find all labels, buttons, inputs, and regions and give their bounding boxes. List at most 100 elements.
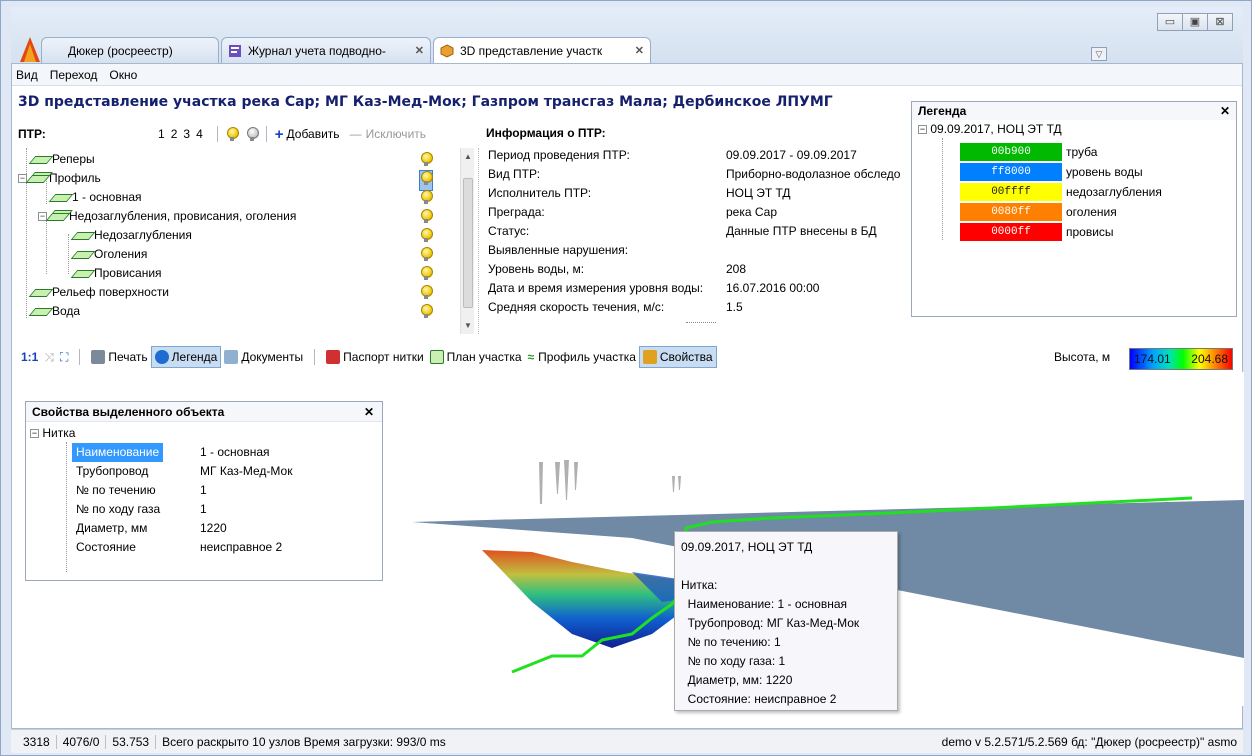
info-title: Информация о ПТР: bbox=[486, 126, 606, 140]
visibility-bulb-icon[interactable] bbox=[420, 266, 433, 285]
menu-item-goto[interactable]: Переход bbox=[50, 68, 98, 82]
application-window: Дюкер (росреестр) Журнал учета подводно-… bbox=[0, 0, 1252, 756]
prop-key[interactable]: Трубопровод bbox=[76, 462, 148, 481]
ptr-page-1[interactable]: 1 bbox=[158, 127, 165, 141]
tree-item-main-line[interactable]: 1 - основная bbox=[48, 188, 142, 207]
props-header: Свойства выделенного объекта ✕ bbox=[26, 402, 382, 422]
status-field: Всего раскрыто 10 узлов Время загрузки: … bbox=[162, 734, 446, 749]
document-icon bbox=[224, 350, 239, 364]
show-all-bulb-icon[interactable] bbox=[226, 127, 239, 141]
legend-item: ff8000 уровень воды bbox=[960, 162, 1143, 182]
tree-item-sagging[interactable]: Провисания bbox=[70, 264, 162, 283]
legend-root: − 09.09.2017, НОЦ ЭТ ТД bbox=[918, 122, 1062, 136]
scroll-thumb[interactable] bbox=[463, 178, 473, 308]
prop-key[interactable]: № по течению bbox=[76, 481, 156, 500]
tab-dyuker[interactable]: Дюкер (росреестр) bbox=[41, 37, 219, 65]
ptr-page-3[interactable]: 3 bbox=[183, 127, 190, 141]
visibility-bulb-icon[interactable] bbox=[420, 190, 433, 209]
visibility-bulb-icon[interactable] bbox=[420, 247, 433, 266]
close-icon[interactable]: ✕ bbox=[364, 402, 374, 422]
fit-view-icon[interactable]: ⛶ bbox=[57, 346, 71, 368]
tab-journal[interactable]: Журнал учета подводно- ✕ bbox=[221, 37, 431, 65]
plan-button[interactable]: План участка bbox=[427, 346, 525, 368]
page-title: 3D представление участка река Сар; МГ Ка… bbox=[18, 94, 833, 110]
prop-key[interactable]: № по ходу газа bbox=[76, 500, 160, 519]
scroll-up-icon[interactable]: ▲ bbox=[464, 152, 472, 161]
menu-item-view[interactable]: Вид bbox=[16, 68, 38, 82]
ptr-page-4[interactable]: 4 bbox=[196, 127, 203, 141]
props-title: Свойства выделенного объекта bbox=[32, 405, 225, 419]
legend-button[interactable]: Легенда bbox=[150, 346, 222, 368]
info-value: река Сар bbox=[726, 205, 778, 219]
visibility-bulb-icon[interactable] bbox=[420, 304, 433, 323]
tree-item-profile[interactable]: − Профиль bbox=[18, 169, 101, 188]
color-swatch: 0000ff bbox=[960, 223, 1062, 241]
plus-icon: + bbox=[274, 125, 284, 143]
layers-icon bbox=[45, 212, 71, 221]
properties-button[interactable]: Свойства bbox=[638, 346, 717, 368]
tooltip-line: Состояние: неисправное 2 bbox=[681, 692, 837, 706]
tooltip-line: Трубопровод: МГ Каз-Мед-Мок bbox=[681, 616, 860, 630]
collapse-icon[interactable]: − bbox=[918, 125, 927, 135]
visibility-bulb-icon[interactable] bbox=[420, 285, 433, 304]
info-label: Преграда: bbox=[488, 205, 545, 219]
tree-item-underburial[interactable]: Недозаглубления bbox=[70, 226, 192, 245]
remove-button[interactable]: Исключить bbox=[366, 127, 426, 141]
minimize-button[interactable]: ▭ bbox=[1157, 13, 1183, 31]
legend-item: 0080ff оголения bbox=[960, 202, 1117, 222]
prop-key[interactable]: Состояние bbox=[76, 538, 136, 557]
close-tab-icon[interactable]: ✕ bbox=[415, 38, 424, 64]
print-button[interactable]: Печать bbox=[88, 346, 150, 368]
add-button[interactable]: Добавить bbox=[287, 127, 340, 141]
visibility-bulb-icon[interactable] bbox=[419, 170, 433, 191]
profile-button[interactable]: ≈ Профиль участка bbox=[525, 346, 639, 368]
hide-all-bulb-icon[interactable] bbox=[246, 127, 259, 141]
divider bbox=[79, 349, 81, 365]
close-icon[interactable]: ✕ bbox=[1220, 102, 1230, 120]
color-swatch: 0080ff bbox=[960, 203, 1062, 221]
tooltip-line bbox=[681, 557, 891, 576]
info-label: Дата и время измерения уровня воды: bbox=[488, 281, 704, 295]
tab-list-dropdown-icon[interactable]: ▽ bbox=[1091, 47, 1107, 61]
status-field: 3318 bbox=[17, 734, 57, 749]
info-label: Выявленные нарушения: bbox=[488, 243, 629, 257]
scale-button[interactable]: 1:1 bbox=[18, 346, 41, 368]
tree-item-defects[interactable]: − Недозаглубления, провисания, оголения bbox=[38, 207, 296, 226]
close-tab-icon[interactable]: ✕ bbox=[635, 38, 644, 64]
tree-scrollbar[interactable]: ▲ ▼ bbox=[460, 148, 474, 334]
profile-icon: ≈ bbox=[527, 350, 535, 364]
passport-button[interactable]: Паспорт нитки bbox=[323, 346, 427, 368]
main-content: Вид Переход Окно 3D представление участк… bbox=[11, 63, 1244, 729]
tree-item-relief[interactable]: Рельеф поверхности bbox=[28, 283, 169, 302]
visibility-bulb-icon[interactable] bbox=[420, 228, 433, 247]
status-bar: 3318 4076/0 53.753 Всего раскрыто 10 узл… bbox=[11, 729, 1243, 753]
visibility-bulb-icon[interactable] bbox=[420, 209, 433, 228]
prop-key[interactable]: Диаметр, мм bbox=[76, 519, 147, 538]
status-version: demo v 5.2.571/5.2.569 бд: "Дюкер (росре… bbox=[941, 735, 1237, 749]
tooltip-line: 09.09.2017, НОЦ ЭТ ТД bbox=[681, 540, 813, 554]
pipeline-tooltip: 09.09.2017, НОЦ ЭТ ТД Нитка: Наименовани… bbox=[674, 531, 898, 711]
tree-item-water[interactable]: Вода bbox=[28, 302, 80, 321]
info-value: 16.07.2016 00:00 bbox=[726, 281, 820, 295]
ptr-page-2[interactable]: 2 bbox=[171, 127, 178, 141]
divider bbox=[216, 126, 218, 142]
tree-item-repers[interactable]: Реперы bbox=[28, 150, 95, 169]
documents-button[interactable]: Документы bbox=[221, 346, 306, 368]
visibility-bulb-icon[interactable] bbox=[420, 152, 433, 171]
survey-markers bbox=[539, 460, 681, 504]
maximize-button[interactable]: ▣ bbox=[1182, 13, 1208, 31]
tooltip-line: Наименование: 1 - основная bbox=[681, 597, 848, 611]
prop-key-selected[interactable]: Наименование bbox=[72, 443, 164, 462]
layer-icon bbox=[70, 231, 96, 240]
info-label: Уровень воды, м: bbox=[488, 262, 585, 276]
close-button[interactable]: ⊠ bbox=[1207, 13, 1233, 31]
collapse-icon[interactable]: − bbox=[30, 429, 39, 439]
info-value: 208 bbox=[726, 262, 747, 276]
splitter-handle[interactable] bbox=[686, 322, 716, 323]
no-rotate-icon[interactable]: ⤨ bbox=[41, 346, 57, 368]
tree-item-exposure[interactable]: Оголения bbox=[70, 245, 147, 264]
scroll-down-icon[interactable]: ▼ bbox=[464, 321, 472, 330]
menu-item-window[interactable]: Окно bbox=[109, 68, 137, 82]
tab-3d-view[interactable]: 3D представление участк ✕ bbox=[433, 37, 651, 66]
cube-icon bbox=[440, 44, 454, 58]
